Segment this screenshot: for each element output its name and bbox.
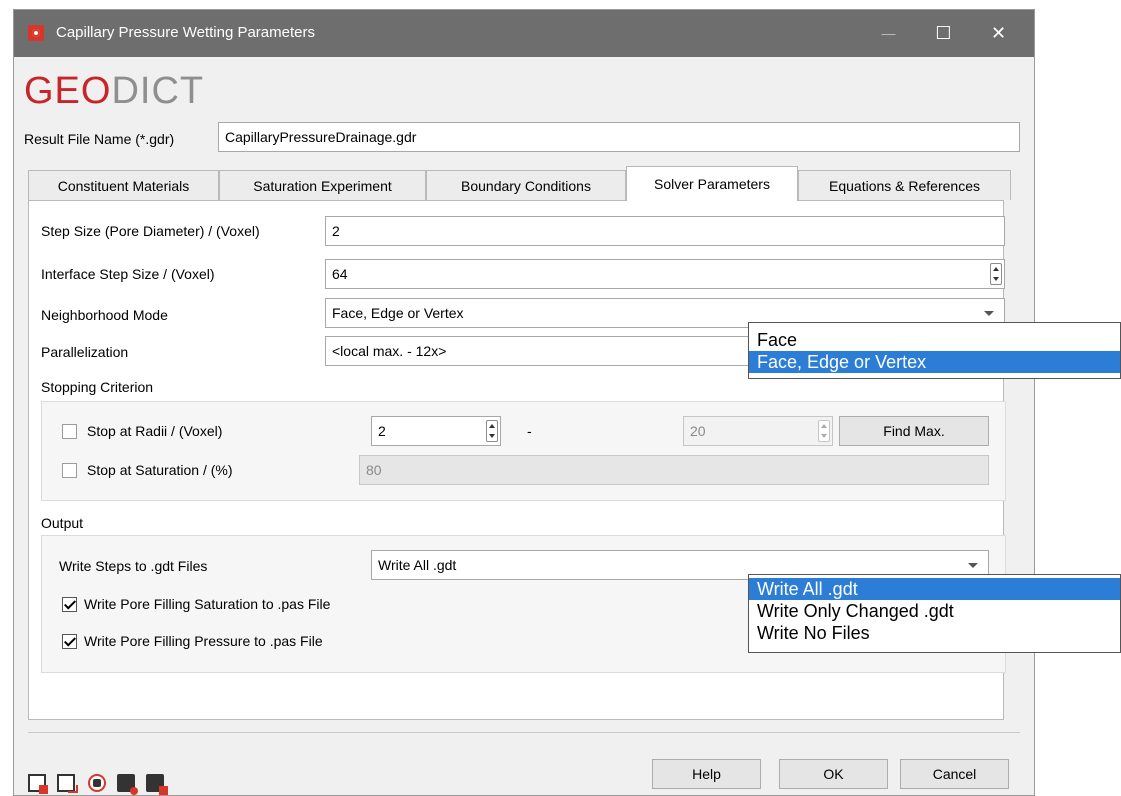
neighborhood-value: Face, Edge or Vertex [332, 305, 464, 321]
dialog-window: Capillary Pressure Wetting Parameters — … [13, 9, 1035, 796]
neighborhood-dropdown-list: Face Face, Edge or Vertex [748, 322, 1121, 379]
spin-arrows-icon [818, 420, 830, 442]
spin-arrows-icon[interactable] [990, 263, 1002, 285]
parallelization-label: Parallelization [41, 344, 129, 360]
minimize-button[interactable]: — [861, 10, 916, 57]
neighborhood-option-face-edge-vertex[interactable]: Face, Edge or Vertex [749, 351, 1120, 373]
radii-max-value: 20 [690, 423, 706, 439]
chevron-down-icon [968, 563, 978, 568]
title-bar[interactable]: Capillary Pressure Wetting Parameters — … [14, 10, 1034, 57]
write-steps-dropdown-list: Write All .gdt Write Only Changed .gdt W… [748, 574, 1121, 653]
stopping-criterion-title: Stopping Criterion [41, 379, 154, 395]
tab-saturation-experiment[interactable]: Saturation Experiment [219, 170, 426, 200]
pore-pressure-checkbox[interactable] [62, 634, 77, 649]
radii-min-spinbox[interactable]: 2 [371, 416, 501, 446]
saturation-input: 80 [359, 455, 989, 485]
macro-record-icon[interactable] [117, 774, 138, 795]
tab-equations-references[interactable]: Equations & References [798, 170, 1011, 200]
step-size-label: Step Size (Pore Diameter) / (Voxel) [41, 223, 260, 239]
interface-step-spinbox[interactable]: 64 [325, 259, 1005, 289]
neighborhood-option-face[interactable]: Face [749, 329, 1120, 351]
output-title: Output [41, 515, 84, 531]
reset-settings-icon[interactable] [88, 774, 106, 792]
pore-saturation-checkbox[interactable] [62, 597, 77, 612]
result-file-input[interactable]: CapillaryPressureDrainage.gdr [218, 122, 1020, 152]
save-settings-icon[interactable] [28, 774, 48, 794]
write-steps-value: Write All .gdt [378, 557, 457, 573]
write-steps-option-changed[interactable]: Write Only Changed .gdt [749, 600, 1120, 622]
maximize-button[interactable]: ☐ [916, 10, 971, 57]
spin-arrows-icon[interactable] [486, 420, 498, 442]
close-button[interactable]: ✕ [971, 10, 1026, 57]
tab-solver-parameters[interactable]: Solver Parameters [626, 166, 798, 201]
bottom-separator [28, 732, 1020, 733]
macro-settings-icon[interactable] [146, 774, 168, 795]
interface-step-value: 64 [332, 266, 348, 282]
chevron-down-icon [984, 311, 994, 316]
radii-min-value: 2 [378, 423, 386, 439]
pore-pressure-label: Write Pore Filling Pressure to .pas File [84, 633, 323, 649]
cancel-button[interactable]: Cancel [900, 759, 1009, 789]
ok-button[interactable]: OK [779, 759, 888, 789]
pore-saturation-label: Write Pore Filling Saturation to .pas Fi… [84, 596, 331, 612]
stop-radii-checkbox[interactable] [62, 424, 77, 439]
load-settings-icon[interactable] [57, 774, 78, 793]
window-title: Capillary Pressure Wetting Parameters [56, 24, 315, 41]
stop-saturation-label: Stop at Saturation / (%) [87, 462, 233, 478]
help-button[interactable]: Help [652, 759, 761, 789]
write-steps-option-all[interactable]: Write All .gdt [749, 578, 1120, 600]
stop-saturation-checkbox[interactable] [62, 463, 77, 478]
tab-boundary-conditions[interactable]: Boundary Conditions [426, 170, 626, 200]
tab-constituent-materials[interactable]: Constituent Materials [28, 170, 219, 200]
write-steps-option-none[interactable]: Write No Files [749, 622, 1120, 644]
app-icon [28, 25, 44, 41]
write-steps-label: Write Steps to .gdt Files [59, 558, 208, 574]
radii-range-dash: - [527, 423, 532, 439]
result-file-label: Result File Name (*.gdr) [24, 131, 175, 147]
interface-step-label: Interface Step Size / (Voxel) [41, 266, 215, 282]
stop-radii-label: Stop at Radii / (Voxel) [87, 423, 223, 439]
radii-max-spinbox: 20 [683, 416, 833, 446]
stopping-criterion-group: Stop at Radii / (Voxel) 2 - 20 Find Max.… [41, 401, 1006, 501]
neighborhood-label: Neighborhood Mode [41, 307, 168, 323]
step-size-input[interactable]: 2 [325, 216, 1005, 246]
geodict-logo: GEODICT [24, 70, 205, 112]
find-max-button[interactable]: Find Max. [839, 416, 989, 446]
